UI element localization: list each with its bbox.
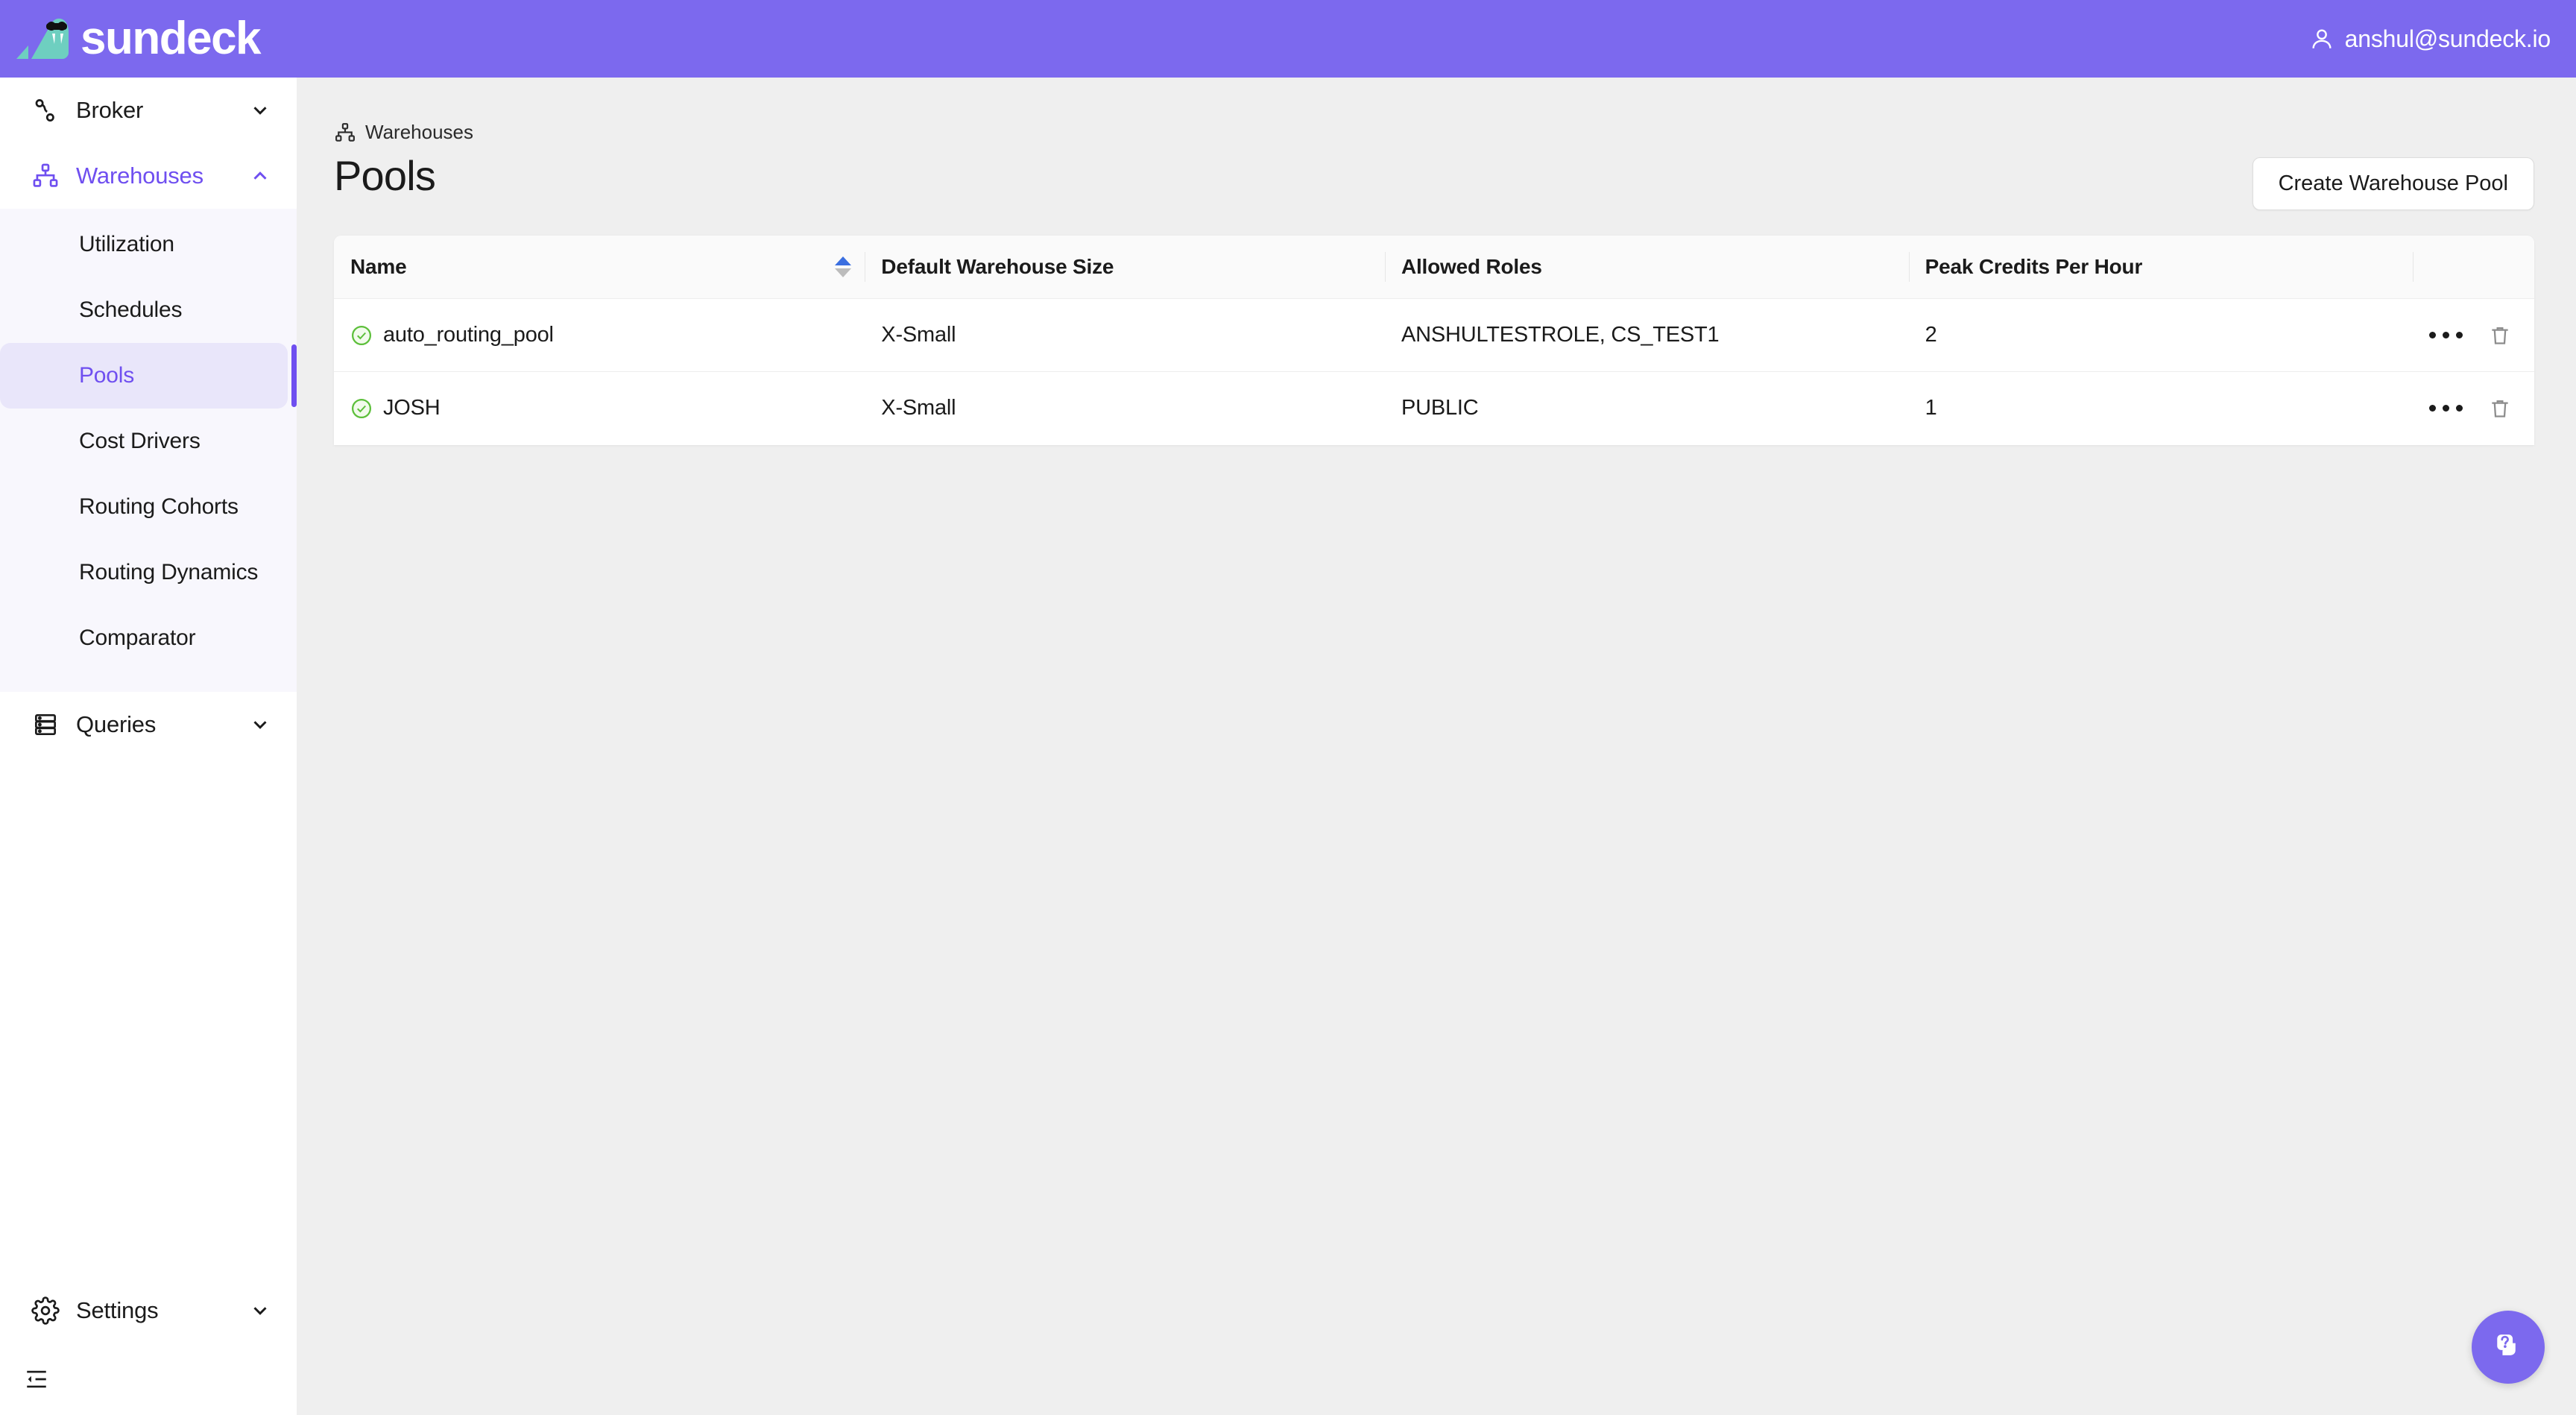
chevron-up-icon[interactable]	[249, 165, 271, 187]
ellipsis-icon[interactable]	[2429, 332, 2463, 338]
sidebar-item-warehouses[interactable]: Warehouses	[0, 143, 297, 209]
sidebar-item-settings-label: Settings	[76, 1297, 159, 1323]
cell-allowed-roles: PUBLIC	[1384, 371, 1909, 445]
chevron-down-icon[interactable]	[249, 1299, 271, 1322]
user-menu[interactable]: anshul@sundeck.io	[2309, 25, 2576, 53]
cell-name: auto_routing_pool	[334, 298, 865, 372]
sidebar: Broker Warehouses Utilization Schedules …	[0, 78, 297, 1415]
cell-peak-credits-per-hour: 1	[1908, 371, 2413, 445]
pool-name: JOSH	[383, 396, 441, 420]
cell-allowed-roles: ANSHULTESTROLE, CS_TEST1	[1384, 298, 1909, 372]
table-row[interactable]: auto_routing_pool X-Small ANSHULTESTROLE…	[334, 298, 2534, 372]
sidebar-group-broker: Broker	[0, 78, 297, 143]
sidebar-item-routing-cohorts-label: Routing Cohorts	[79, 494, 239, 519]
breadcrumb[interactable]: Warehouses	[334, 121, 2576, 144]
column-header-default-warehouse-size-label: Default Warehouse Size	[881, 255, 1114, 278]
check-circle-icon	[352, 398, 371, 418]
top-bar: sundeck anshul@sundeck.io	[0, 0, 2576, 78]
table-head: Name Default Warehouse Size Allowed Role…	[334, 236, 2534, 299]
cell-actions	[2413, 298, 2534, 372]
chevron-down-icon[interactable]	[249, 99, 271, 122]
help-fab-button[interactable]	[2472, 1311, 2545, 1384]
page-header: Pools Create Warehouse Pool	[334, 151, 2534, 210]
column-header-peak-credits-per-hour[interactable]: Peak Credits Per Hour	[1908, 236, 2413, 299]
ellipsis-icon[interactable]	[2429, 405, 2463, 412]
sidebar-item-pools[interactable]: Pools	[0, 343, 297, 409]
person-icon	[2312, 29, 2332, 48]
sidebar-item-queries[interactable]: Queries	[0, 692, 297, 757]
sidebar-item-pools-label: Pools	[79, 363, 135, 388]
route-nodes-icon	[35, 99, 54, 122]
column-header-allowed-roles[interactable]: Allowed Roles	[1384, 236, 1909, 299]
sidebar-group-warehouses: Warehouses Utilization Schedules Pools C…	[0, 143, 297, 692]
sidebar-item-cost-drivers[interactable]: Cost Drivers	[0, 409, 297, 474]
pools-table: Name Default Warehouse Size Allowed Role…	[334, 236, 2534, 445]
sidebar-item-warehouses-label: Warehouses	[76, 163, 203, 189]
brand-name: sundeck	[80, 13, 262, 64]
sort-toggle-name[interactable]	[835, 256, 852, 277]
table-header-row: Name Default Warehouse Size Allowed Role…	[334, 236, 2534, 299]
sidebar-item-routing-cohorts[interactable]: Routing Cohorts	[0, 474, 297, 540]
cell-default-warehouse-size: X-Small	[865, 371, 1385, 445]
sidebar-bottom: Settings	[0, 1278, 297, 1415]
sidebar-item-schedules[interactable]: Schedules	[0, 277, 297, 343]
trash-icon[interactable]	[2488, 397, 2512, 420]
column-header-allowed-roles-label: Allowed Roles	[1401, 255, 1542, 278]
sort-descending-icon	[835, 268, 852, 277]
column-header-name-label: Name	[350, 255, 407, 278]
sidebar-item-routing-dynamics-label: Routing Dynamics	[79, 560, 259, 584]
sidebar-submenu-warehouses: Utilization Schedules Pools Cost Drivers…	[0, 209, 297, 692]
sidebar-item-schedules-label: Schedules	[79, 297, 183, 322]
trash-icon[interactable]	[2488, 324, 2512, 347]
help-card-question-icon	[2497, 1334, 2516, 1355]
hierarchy-icon	[33, 163, 58, 187]
cell-default-warehouse-size: X-Small	[865, 298, 1385, 372]
sidebar-item-utilization[interactable]: Utilization	[0, 212, 297, 277]
pools-table-card: Name Default Warehouse Size Allowed Role…	[334, 236, 2534, 445]
server-rack-icon	[34, 713, 57, 736]
walrus-sunglasses-logo-icon	[16, 18, 69, 60]
chevron-down-icon[interactable]	[249, 713, 271, 736]
collapse-sidebar-icon	[27, 1370, 46, 1388]
sidebar-item-comparator-label: Comparator	[79, 625, 196, 650]
page-title: Pools	[334, 152, 436, 199]
collapse-sidebar-button[interactable]	[0, 1343, 297, 1415]
sidebar-item-broker[interactable]: Broker	[0, 78, 297, 143]
gear-icon	[31, 1296, 60, 1325]
cell-peak-credits-per-hour: 2	[1908, 298, 2413, 372]
sidebar-group-queries: Queries	[0, 692, 297, 757]
sidebar-item-broker-label: Broker	[76, 97, 144, 123]
table-body: auto_routing_pool X-Small ANSHULTESTROLE…	[334, 298, 2534, 445]
pool-name: auto_routing_pool	[383, 323, 554, 347]
sidebar-item-queries-label: Queries	[76, 711, 157, 737]
sidebar-item-settings[interactable]: Settings	[0, 1278, 297, 1343]
cell-name: JOSH	[334, 371, 865, 445]
sidebar-item-cost-drivers-label: Cost Drivers	[79, 429, 201, 453]
check-circle-icon	[352, 325, 371, 345]
column-header-name[interactable]: Name	[334, 236, 865, 299]
brand-logo-group[interactable]: sundeck	[0, 13, 262, 64]
sidebar-item-routing-dynamics[interactable]: Routing Dynamics	[0, 540, 297, 605]
app-root: sundeck anshul@sundeck.io Broker Warehou…	[0, 0, 2576, 1415]
hierarchy-icon	[335, 122, 355, 142]
breadcrumb-label: Warehouses	[365, 121, 473, 143]
column-header-actions	[2413, 236, 2534, 299]
cell-actions	[2413, 371, 2534, 445]
sort-ascending-icon	[835, 256, 852, 265]
sidebar-item-comparator[interactable]: Comparator	[0, 605, 297, 671]
sidebar-item-utilization-label: Utilization	[79, 232, 174, 256]
user-email: anshul@sundeck.io	[2344, 25, 2551, 52]
main-content: Warehouses Pools Create Warehouse Pool N…	[297, 78, 2576, 1415]
column-header-peak-credits-per-hour-label: Peak Credits Per Hour	[1925, 255, 2143, 278]
table-row[interactable]: JOSH X-Small PUBLIC 1	[334, 371, 2534, 445]
column-header-default-warehouse-size[interactable]: Default Warehouse Size	[865, 236, 1385, 299]
create-warehouse-pool-button[interactable]: Create Warehouse Pool	[2252, 157, 2534, 210]
